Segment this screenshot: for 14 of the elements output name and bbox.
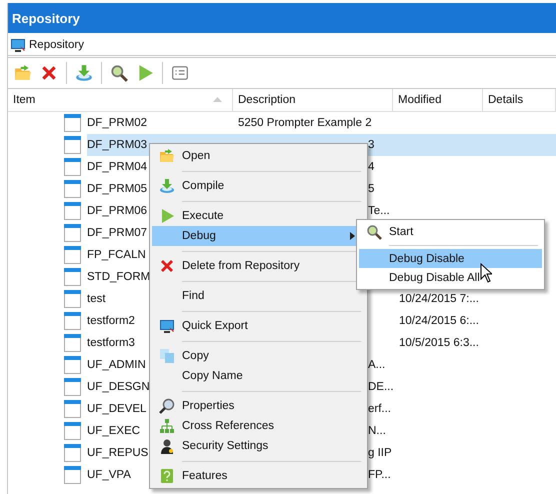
table-cell: 5250 Prompter Example 2	[238, 117, 372, 129]
table-cell: DF_PRM03	[87, 139, 148, 151]
table-cell: DF_PRM02	[87, 117, 148, 129]
table-cell: 3	[368, 139, 374, 151]
table-cell: A...	[368, 359, 386, 371]
table-cell: UF_ADMIN	[87, 359, 146, 371]
window-title: Repository	[8, 3, 556, 33]
table-cell: testform3	[87, 337, 135, 349]
table-cell: 10/5/2015 6:3...	[399, 337, 479, 349]
table-cell: DE...	[368, 381, 394, 393]
table-cell: DF_PRM04	[87, 161, 148, 173]
breadcrumb-label: Repository	[29, 39, 84, 51]
table-cell: 4	[368, 161, 374, 173]
table-cell: UF_DESGN	[87, 381, 150, 393]
